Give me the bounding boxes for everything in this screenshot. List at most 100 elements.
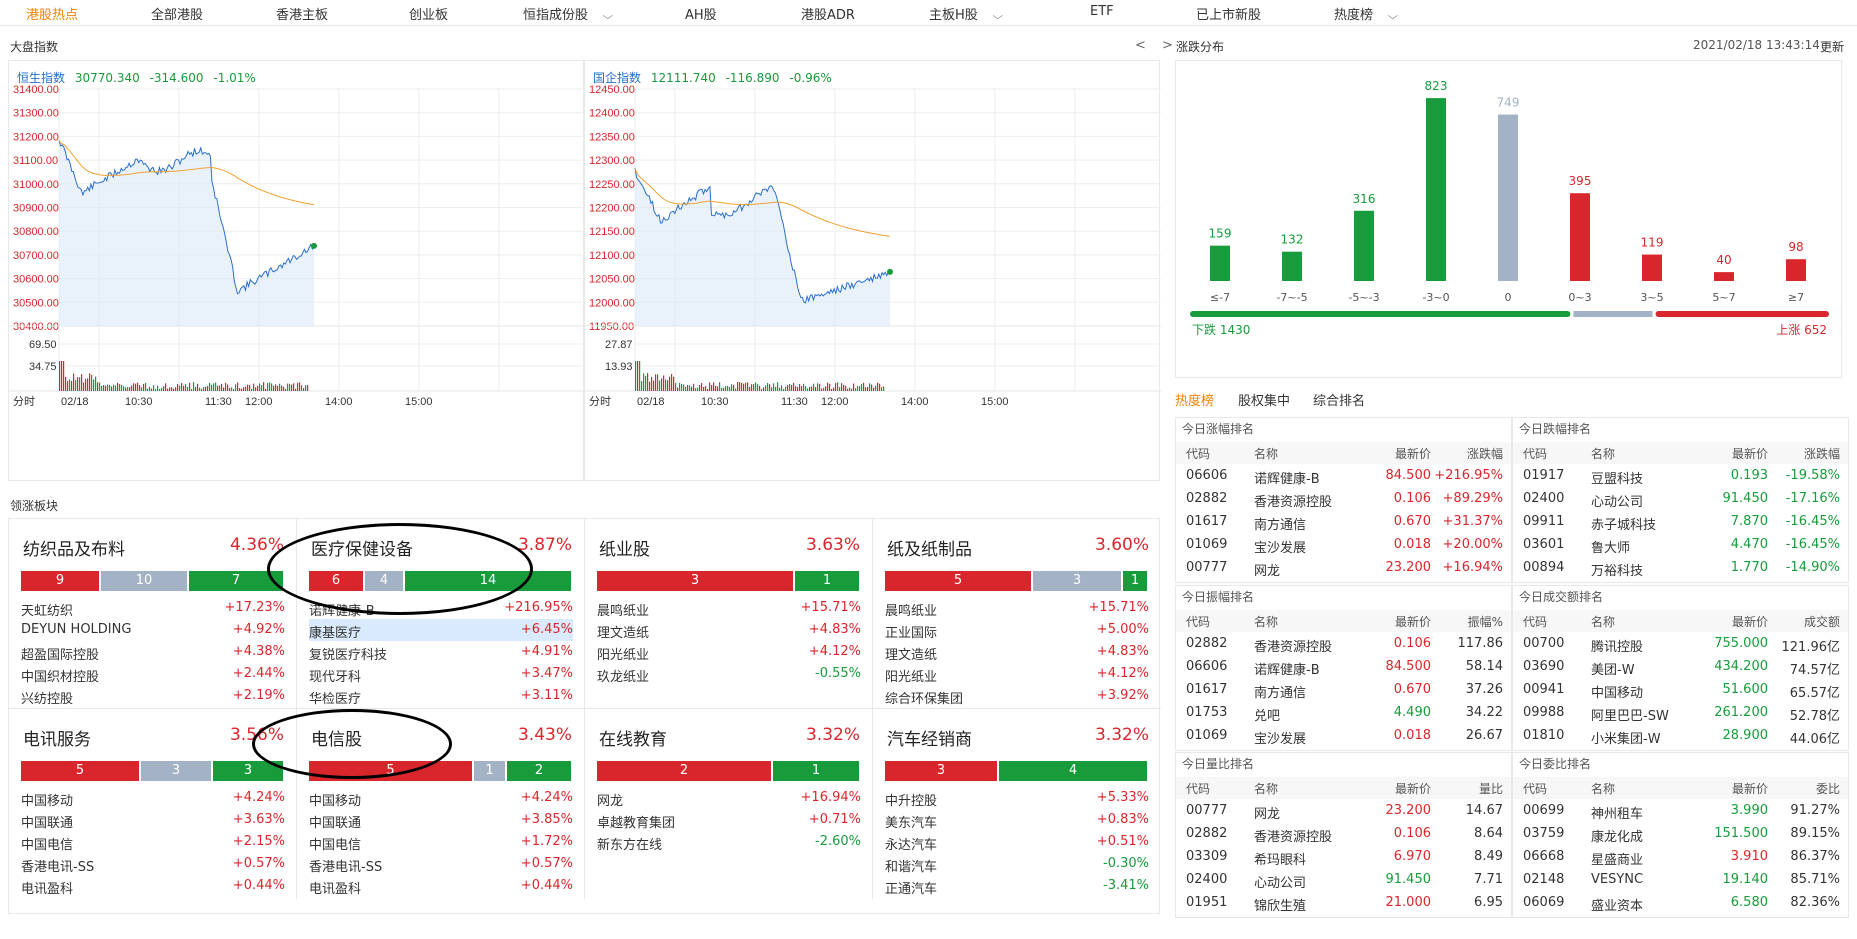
tab-composite-ranking[interactable]: 综合排名: [1313, 390, 1365, 409]
ranking-row[interactable]: 02400 心动公司 91.450 7.71: [1176, 869, 1511, 892]
ranking-row[interactable]: 06069 盛业资本 6.580 82.36%: [1513, 892, 1848, 915]
column-header[interactable]: 名称: [1591, 613, 1615, 630]
sector-stock-row[interactable]: DEYUN HOLDING +4.92%: [21, 619, 285, 641]
ranking-row[interactable]: 06668 星盛商业 3.910 86.37%: [1513, 846, 1848, 869]
sector-name[interactable]: 汽车经销商: [887, 725, 972, 750]
column-header[interactable]: 最新价: [1395, 780, 1431, 797]
nav-heat-list[interactable]: 热度榜 ⌵: [1334, 4, 1398, 23]
sector-stock-row[interactable]: 玖龙纸业 -0.55%: [597, 663, 861, 685]
column-header[interactable]: 代码: [1523, 445, 1547, 462]
sector-stock-row[interactable]: 中国联通 +3.63%: [21, 809, 285, 831]
ranking-row[interactable]: 06606 诺辉健康-B 84.500 58.14: [1176, 656, 1511, 679]
column-header[interactable]: 最新价: [1732, 780, 1768, 797]
sector-tile[interactable]: 纸及纸制品 3.60% 5 3 1 晨鸣纸业 +15.71% 正业国际 +5.00% 理文造纸 +4…: [873, 519, 1161, 709]
ranking-row[interactable]: 01617 南方通信 0.670 37.26: [1176, 679, 1511, 702]
column-header[interactable]: 名称: [1254, 613, 1278, 630]
column-header[interactable]: 名称: [1591, 780, 1615, 797]
column-header[interactable]: 量比: [1479, 780, 1503, 797]
nav-hk-hot[interactable]: 港股热点: [26, 4, 78, 23]
nav-all-hk[interactable]: 全部港股: [151, 4, 203, 23]
ranking-row[interactable]: 01753 兑吧 4.490 34.22: [1176, 702, 1511, 725]
ranking-row[interactable]: 01917 豆盟科技 0.193 -19.58%: [1513, 465, 1848, 488]
sector-tile[interactable]: 纺织品及布料 4.36% 9 10 7 天虹纺织 +17.23% DEYUN HOLDING +…: [9, 519, 297, 709]
column-header[interactable]: 代码: [1523, 780, 1547, 797]
column-header[interactable]: 名称: [1591, 445, 1615, 462]
ranking-row[interactable]: 00777 网龙 23.200 +16.94%: [1176, 557, 1511, 580]
sector-stock-row[interactable]: 电讯盈科 +0.44%: [21, 875, 285, 897]
sector-stock-row[interactable]: 天虹纺织 +17.23%: [21, 597, 285, 619]
ranking-row[interactable]: 02882 香港资源控股 0.106 117.86: [1176, 633, 1511, 656]
sector-tile[interactable]: 汽车经销商 3.32% 3 4 中升控股 +5.33% 美东汽车 +0.83% 永达汽车 +0.5…: [873, 709, 1161, 899]
prev-next-arrows-icon[interactable]: < >: [1135, 38, 1179, 53]
sector-stock-row[interactable]: 阳光纸业 +4.12%: [597, 641, 861, 663]
sector-tile[interactable]: 在线教育 3.32% 2 1 网龙 +16.94% 卓越教育集团 +0.71% 新东方在线 -2.…: [585, 709, 873, 899]
sector-name[interactable]: 纸及纸制品: [887, 535, 972, 560]
column-header[interactable]: 委比: [1816, 780, 1840, 797]
column-header[interactable]: 代码: [1186, 780, 1210, 797]
sector-name[interactable]: 纺织品及布料: [23, 535, 125, 560]
column-header[interactable]: 最新价: [1732, 445, 1768, 462]
ranking-row[interactable]: 03690 美团-W 434.200 74.57亿: [1513, 656, 1848, 679]
sector-stock-row[interactable]: 正业国际 +5.00%: [885, 619, 1149, 641]
ranking-row[interactable]: 09911 赤子城科技 7.870 -16.45%: [1513, 511, 1848, 534]
sector-stock-row[interactable]: 华检医疗 +3.11%: [309, 685, 573, 707]
column-header[interactable]: 成交额: [1804, 613, 1840, 630]
nav-hsi-constituents[interactable]: 恒指成份股 ⌵: [523, 4, 613, 23]
refresh-button[interactable]: 更新: [1820, 38, 1844, 55]
ranking-row[interactable]: 01069 宝沙发展 0.018 +20.00%: [1176, 534, 1511, 557]
column-header[interactable]: 最新价: [1732, 613, 1768, 630]
nav-etf[interactable]: ETF: [1090, 4, 1114, 19]
sector-stock-row[interactable]: 理文造纸 +4.83%: [597, 619, 861, 641]
column-header[interactable]: 最新价: [1395, 445, 1431, 462]
column-header[interactable]: 最新价: [1395, 613, 1431, 630]
sector-stock-row[interactable]: 中国移动 +4.24%: [21, 787, 285, 809]
ranking-row[interactable]: 03309 希玛眼科 6.970 8.49: [1176, 846, 1511, 869]
sector-stock-row[interactable]: 中升控股 +5.33%: [885, 787, 1149, 809]
sector-stock-row[interactable]: 中国电信 +2.15%: [21, 831, 285, 853]
column-header[interactable]: 代码: [1186, 445, 1210, 462]
sector-name[interactable]: 在线教育: [599, 725, 667, 750]
ranking-row[interactable]: 00941 中国移动 51.600 65.57亿: [1513, 679, 1848, 702]
ranking-row[interactable]: 01617 南方通信 0.670 +31.37%: [1176, 511, 1511, 534]
column-header[interactable]: 振幅%: [1468, 613, 1503, 630]
sector-stock-row[interactable]: 综合环保集团 +3.92%: [885, 685, 1149, 707]
ranking-row[interactable]: 03759 康龙化成 151.500 89.15%: [1513, 823, 1848, 846]
sector-stock-row[interactable]: 复锐医疗科技 +4.91%: [309, 641, 573, 663]
column-header[interactable]: 代码: [1186, 613, 1210, 630]
ranking-row[interactable]: 09988 阿里巴巴-SW 261.200 52.78亿: [1513, 702, 1848, 725]
sector-stock-row[interactable]: 电讯盈科 +0.44%: [309, 875, 573, 897]
ranking-row[interactable]: 02400 心动公司 91.450 -17.16%: [1513, 488, 1848, 511]
column-header[interactable]: 代码: [1523, 613, 1547, 630]
tab-heat-list[interactable]: 热度榜: [1175, 390, 1214, 409]
sector-stock-row[interactable]: 现代牙科 +3.47%: [309, 663, 573, 685]
column-header[interactable]: 名称: [1254, 780, 1278, 797]
ranking-row[interactable]: 02882 香港资源控股 0.106 8.64: [1176, 823, 1511, 846]
sector-stock-row[interactable]: 新东方在线 -2.60%: [597, 831, 861, 853]
nav-adr[interactable]: 港股ADR: [801, 4, 855, 23]
sector-stock-row[interactable]: 康基医疗 +6.45%: [309, 619, 573, 641]
ranking-row[interactable]: 02882 香港资源控股 0.106 +89.29%: [1176, 488, 1511, 511]
sector-tile[interactable]: 纸业股 3.63% 3 1 晨鸣纸业 +15.71% 理文造纸 +4.83% 阳光纸业 +4.12…: [585, 519, 873, 709]
column-header[interactable]: 名称: [1254, 445, 1278, 462]
ranking-row[interactable]: 03601 鲁大师 4.470 -16.45%: [1513, 534, 1848, 557]
sector-stock-row[interactable]: 晨鸣纸业 +15.71%: [597, 597, 861, 619]
sector-stock-row[interactable]: 阳光纸业 +4.12%: [885, 663, 1149, 685]
sector-stock-row[interactable]: 永达汽车 +0.51%: [885, 831, 1149, 853]
column-header[interactable]: 涨跌幅: [1467, 445, 1503, 462]
sector-stock-row[interactable]: 理文造纸 +4.83%: [885, 641, 1149, 663]
ranking-row[interactable]: 01810 小米集团-W 28.900 44.06亿: [1513, 725, 1848, 748]
sector-stock-row[interactable]: 和谐汽车 -0.30%: [885, 853, 1149, 875]
ranking-row[interactable]: 01069 宝沙发展 0.018 26.67: [1176, 725, 1511, 748]
sector-stock-row[interactable]: 中国电信 +1.72%: [309, 831, 573, 853]
column-header[interactable]: 涨跌幅: [1804, 445, 1840, 462]
sector-stock-row[interactable]: 中国移动 +4.24%: [309, 787, 573, 809]
ranking-row[interactable]: 01951 锦欣生殖 21.000 6.95: [1176, 892, 1511, 915]
nav-h-shares[interactable]: 主板H股 ⌵: [929, 4, 1003, 23]
nav-new-listings[interactable]: 已上市新股: [1196, 4, 1261, 23]
sector-stock-row[interactable]: 美东汽车 +0.83%: [885, 809, 1149, 831]
sector-stock-row[interactable]: 正通汽车 -3.41%: [885, 875, 1149, 897]
ranking-row[interactable]: 00700 腾讯控股 755.000 121.96亿: [1513, 633, 1848, 656]
sector-stock-row[interactable]: 兴纺控股 +2.19%: [21, 685, 285, 707]
ranking-row[interactable]: 06606 诺辉健康-B 84.500 +216.95%: [1176, 465, 1511, 488]
nav-gem[interactable]: 创业板: [409, 4, 448, 23]
